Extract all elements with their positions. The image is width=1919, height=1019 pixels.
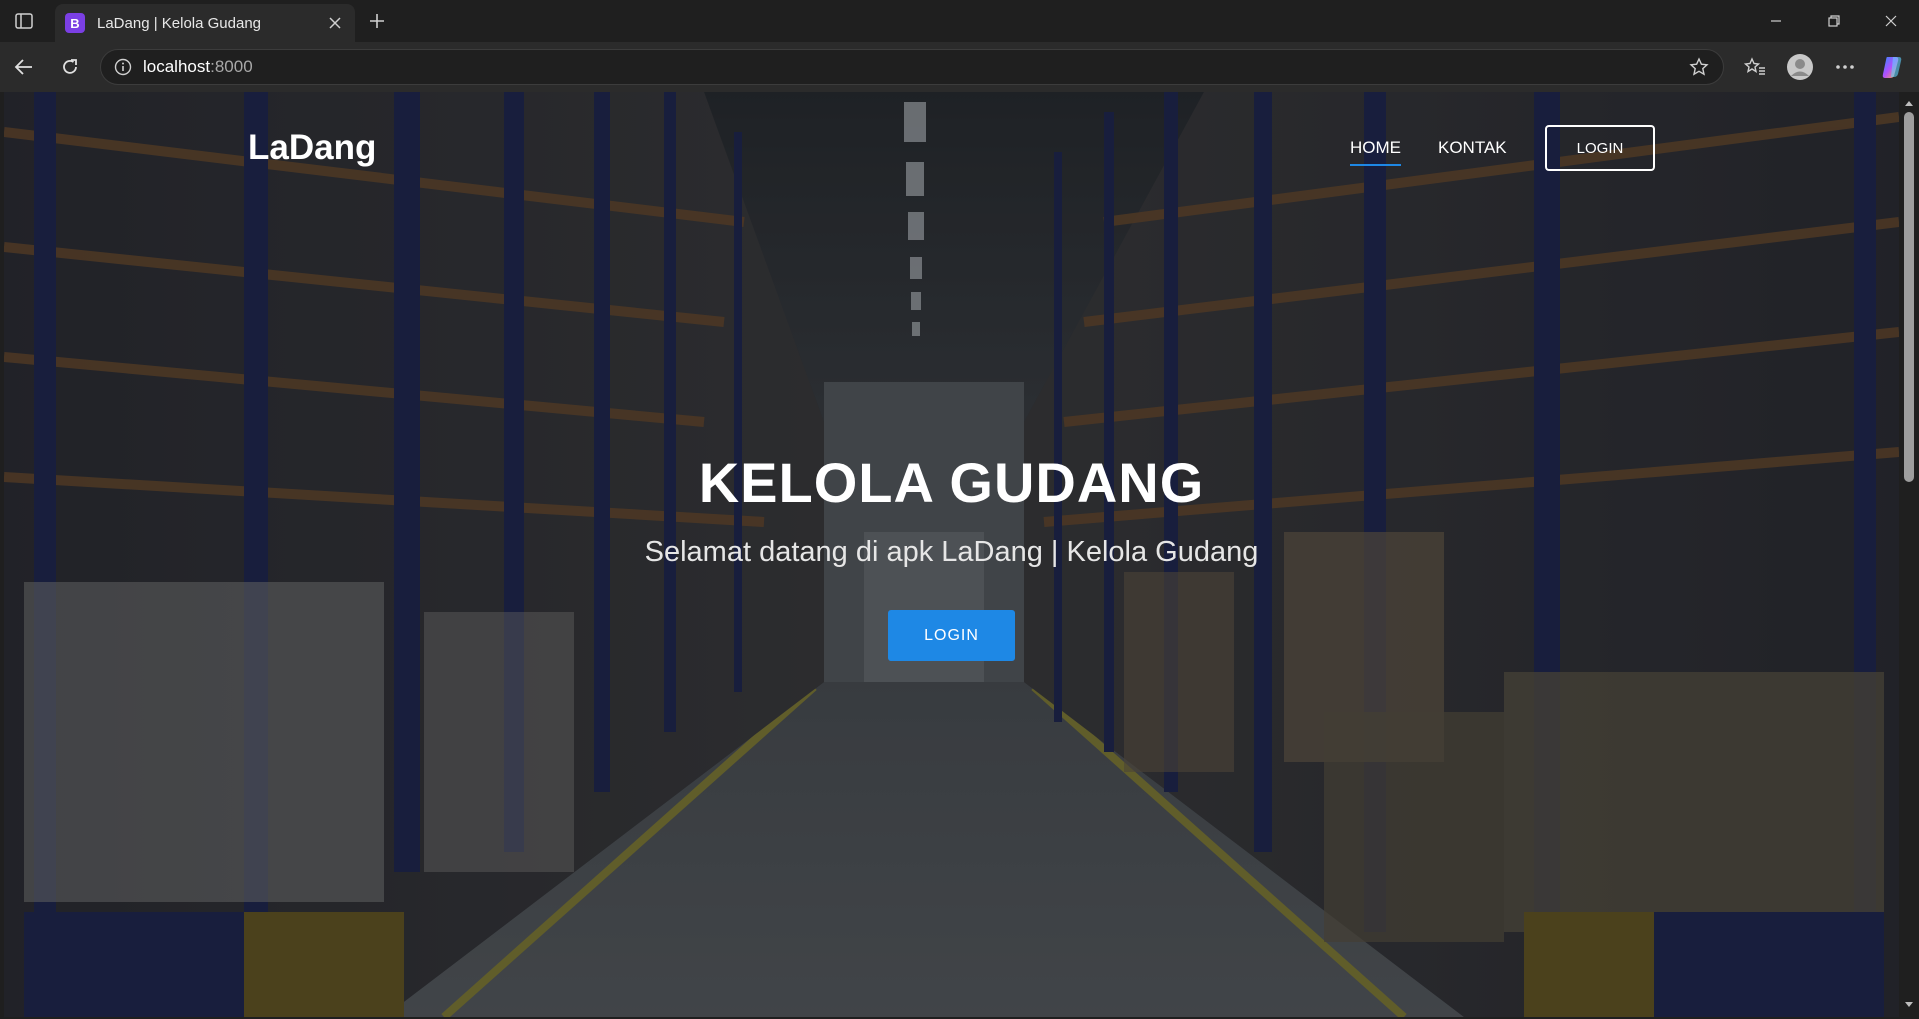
nav-login-button[interactable]: LOGIN — [1545, 125, 1655, 171]
url-text[interactable]: localhost:8000 — [143, 57, 1687, 77]
scroll-thumb[interactable] — [1904, 112, 1914, 482]
close-icon[interactable] — [325, 13, 345, 33]
hero-section: LaDang HOME KONTAK LOGIN KELOLA GUDANG S… — [4, 92, 1899, 1017]
nav-kontak-link[interactable]: KONTAK — [1438, 138, 1507, 158]
browser-tab[interactable]: B LaDang | Kelola Gudang — [55, 4, 355, 42]
reload-icon[interactable] — [54, 51, 86, 83]
restore-icon[interactable] — [1812, 6, 1856, 36]
browser-toolbar: localhost:8000 — [0, 42, 1919, 92]
favorites-icon[interactable] — [1739, 51, 1771, 83]
sidebar-toggle-icon[interactable] — [10, 8, 38, 34]
url-port: :8000 — [210, 57, 253, 76]
scroll-up-icon[interactable] — [1904, 98, 1914, 108]
copilot-icon[interactable] — [1876, 51, 1908, 83]
scroll-down-icon[interactable] — [1904, 1000, 1914, 1010]
page-scrollbar[interactable] — [1899, 92, 1919, 1019]
close-window-icon[interactable] — [1869, 6, 1913, 36]
hero-subtitle: Selamat datang di apk LaDang | Kelola Gu… — [644, 536, 1259, 568]
tab-strip: B LaDang | Kelola Gudang — [0, 0, 1919, 42]
page-viewport: LaDang HOME KONTAK LOGIN KELOLA GUDANG S… — [4, 92, 1899, 1017]
favicon-icon: B — [65, 13, 85, 33]
back-icon[interactable] — [8, 51, 40, 83]
address-bar[interactable]: localhost:8000 — [100, 49, 1724, 85]
nav-home-link[interactable]: HOME — [1350, 138, 1401, 166]
hero-login-button[interactable]: LOGIN — [888, 610, 1015, 661]
profile-icon[interactable] — [1784, 51, 1816, 83]
info-icon[interactable] — [113, 57, 133, 77]
brand-logo[interactable]: LaDang — [248, 128, 376, 168]
minimize-icon[interactable] — [1754, 6, 1798, 36]
more-icon[interactable] — [1829, 51, 1861, 83]
plus-icon[interactable] — [364, 8, 390, 34]
star-icon[interactable] — [1687, 55, 1711, 79]
hero-title: KELOLA GUDANG — [698, 451, 1205, 514]
url-host: localhost — [143, 57, 211, 76]
tab-title: LaDang | Kelola Gudang — [97, 14, 262, 32]
